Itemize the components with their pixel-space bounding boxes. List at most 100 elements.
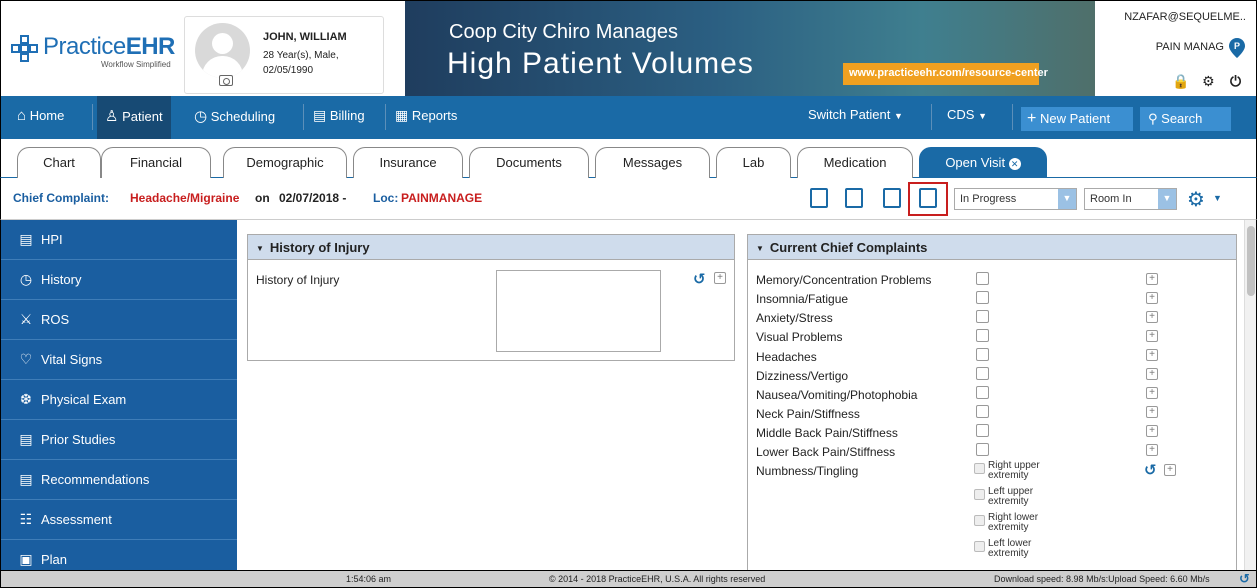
banner-url[interactable]: www.practiceehr.com/resource-center bbox=[843, 63, 1048, 85]
camera-icon[interactable] bbox=[219, 75, 233, 86]
lock-icon[interactable]: 🔒 bbox=[1172, 73, 1189, 90]
history-of-injury-label: History of Injury bbox=[256, 273, 340, 287]
patient-avatar[interactable] bbox=[195, 23, 250, 78]
tab-insurance[interactable]: Insurance bbox=[353, 147, 463, 178]
practiceehr-logo[interactable]: PracticeEHR Workflow Simplified bbox=[11, 31, 176, 71]
nav-home[interactable]: ⌂ Home bbox=[17, 107, 64, 124]
chief-complaint-value: Headache/Migraine bbox=[130, 191, 240, 205]
settings-gear-icon[interactable]: ⚙ bbox=[1202, 73, 1215, 90]
complaint-checkbox[interactable] bbox=[976, 272, 989, 285]
add-icon[interactable]: + bbox=[1146, 444, 1158, 456]
complaint-checkbox[interactable] bbox=[976, 367, 989, 380]
panel-header[interactable]: ▼ Current Chief Complaints bbox=[748, 235, 1236, 260]
location-value: PAINMANAGE bbox=[401, 191, 483, 205]
print-icon[interactable] bbox=[810, 188, 828, 208]
add-icon[interactable]: + bbox=[1146, 368, 1158, 380]
add-icon[interactable]: + bbox=[1146, 292, 1158, 304]
caret-down-icon[interactable]: ▼ bbox=[1213, 193, 1222, 203]
add-icon[interactable]: + bbox=[714, 272, 726, 284]
copy-document-icon[interactable] bbox=[883, 188, 901, 208]
complaint-on-text: on bbox=[255, 191, 270, 205]
tab-lab[interactable]: Lab bbox=[716, 147, 791, 178]
reset-icon[interactable]: ↺ bbox=[693, 270, 706, 288]
complaint-checkbox[interactable] bbox=[976, 329, 989, 342]
logo-grid-icon bbox=[11, 35, 39, 63]
tab-demographic[interactable]: Demographic bbox=[223, 147, 347, 178]
extremity-checkbox[interactable] bbox=[974, 541, 985, 552]
complaint-checkbox[interactable] bbox=[976, 405, 989, 418]
cds-dropdown[interactable]: CDS ▼ bbox=[947, 107, 987, 122]
chevron-down-icon: ▼ bbox=[1158, 189, 1176, 209]
template-icon[interactable] bbox=[919, 188, 937, 208]
patient-tabs: Chart Financial Demographic Insurance Do… bbox=[0, 139, 1257, 178]
tab-medication[interactable]: Medication bbox=[797, 147, 913, 178]
nav-patient[interactable]: ♙ Patient bbox=[97, 96, 171, 139]
switch-patient-dropdown[interactable]: Switch Patient ▼ bbox=[808, 107, 903, 122]
close-icon[interactable]: ✕ bbox=[1008, 158, 1021, 170]
power-icon[interactable]: ⏻ bbox=[1230, 73, 1241, 90]
practice-name[interactable]: PAIN MANAG bbox=[1156, 41, 1224, 53]
complaint-checkbox[interactable] bbox=[976, 291, 989, 304]
add-icon[interactable]: + bbox=[1146, 406, 1158, 418]
promo-banner[interactable]: Coop City Chiro Manages High Patient Vol… bbox=[405, 1, 1095, 96]
footer-speed: Download speed: 8.98 Mb/s:Upload Speed: … bbox=[994, 574, 1210, 584]
home-icon: ⌂ bbox=[17, 107, 27, 124]
nav-reports[interactable]: ▦ Reports bbox=[395, 107, 457, 124]
add-icon[interactable]: + bbox=[1146, 273, 1158, 285]
complaint-label: Headaches bbox=[756, 350, 817, 364]
panel-header[interactable]: ▼ History of Injury bbox=[248, 235, 734, 260]
sidebar-item-ros[interactable]: ⚔ ROS bbox=[1, 300, 237, 340]
new-patient-button[interactable]: + New Patient bbox=[1021, 107, 1133, 131]
search-button[interactable]: ⚲ Search bbox=[1140, 107, 1231, 131]
extremity-checkbox[interactable] bbox=[974, 489, 985, 500]
sidebar-item-assessment[interactable]: ☷ Assessment bbox=[1, 500, 237, 540]
add-icon[interactable]: + bbox=[1146, 311, 1158, 323]
sidebar-item-vital-signs[interactable]: ♡ Vital Signs bbox=[1, 340, 237, 380]
add-icon[interactable]: + bbox=[1146, 349, 1158, 361]
sidebar-item-physical-exam[interactable]: ❆ Physical Exam bbox=[1, 380, 237, 420]
tab-open-visit[interactable]: Open Visit ✕ bbox=[919, 147, 1047, 178]
sidebar-item-hpi[interactable]: ▤ HPI bbox=[1, 220, 237, 260]
complaint-checkbox[interactable] bbox=[976, 348, 989, 361]
plan-icon: ▣ bbox=[19, 551, 33, 567]
complaint-label: Insomnia/Fatigue bbox=[756, 292, 849, 306]
practice-pin-icon[interactable]: P bbox=[1228, 37, 1246, 59]
tab-chart[interactable]: Chart bbox=[17, 147, 101, 178]
complaint-checkbox[interactable] bbox=[976, 443, 989, 456]
sidebar-item-recommendations[interactable]: ▤ Recommendations bbox=[1, 460, 237, 500]
complaint-label: Middle Back Pain/Stiffness bbox=[756, 426, 898, 440]
scrollbar-thumb[interactable] bbox=[1247, 226, 1255, 296]
chevron-down-icon: ▼ bbox=[1058, 189, 1076, 209]
content-scrollbar[interactable] bbox=[1244, 220, 1256, 570]
visit-status-select[interactable]: In Progress ▼ bbox=[954, 188, 1077, 210]
footer-time: 1:54:06 am bbox=[346, 574, 392, 584]
gear-icon[interactable]: ⚙ bbox=[1187, 187, 1205, 212]
extremity-checkbox[interactable] bbox=[974, 515, 985, 526]
status-footer: 1:54:06 am © 2014 - 2018 PracticeEHR, U.… bbox=[0, 570, 1257, 588]
form-icon: ▤ bbox=[19, 471, 33, 487]
tab-financial[interactable]: Financial bbox=[101, 147, 211, 178]
complaint-checkbox[interactable] bbox=[976, 386, 989, 399]
add-icon[interactable]: + bbox=[1146, 330, 1158, 342]
printer-document-icon[interactable] bbox=[845, 188, 863, 208]
reset-icon[interactable]: ↺ bbox=[1144, 461, 1157, 479]
refresh-icon[interactable]: ↺ bbox=[1239, 571, 1250, 587]
history-of-injury-textarea[interactable] bbox=[496, 270, 661, 352]
sidebar-item-plan[interactable]: ▣ Plan bbox=[1, 540, 237, 570]
add-icon[interactable]: + bbox=[1146, 425, 1158, 437]
sidebar-item-history[interactable]: ◷ History bbox=[1, 260, 237, 300]
user-email[interactable]: NZAFAR@SEQUELME.. bbox=[1124, 11, 1246, 23]
extremity-label: Right upper extremity bbox=[988, 460, 1040, 481]
tab-documents[interactable]: Documents bbox=[469, 147, 589, 178]
add-icon[interactable]: + bbox=[1164, 464, 1176, 476]
nav-scheduling[interactable]: ◷ Scheduling bbox=[194, 107, 275, 125]
complaint-checkbox[interactable] bbox=[976, 310, 989, 323]
add-icon[interactable]: + bbox=[1146, 387, 1158, 399]
complaint-checkbox[interactable] bbox=[976, 424, 989, 437]
sidebar-item-prior-studies[interactable]: ▤ Prior Studies bbox=[1, 420, 237, 460]
extremity-checkbox[interactable] bbox=[974, 463, 985, 474]
nav-billing[interactable]: ▤ Billing bbox=[313, 107, 365, 124]
clipboard-icon: ☷ bbox=[19, 511, 33, 527]
room-status-select[interactable]: Room In ▼ bbox=[1084, 188, 1177, 210]
tab-messages[interactable]: Messages bbox=[595, 147, 710, 178]
